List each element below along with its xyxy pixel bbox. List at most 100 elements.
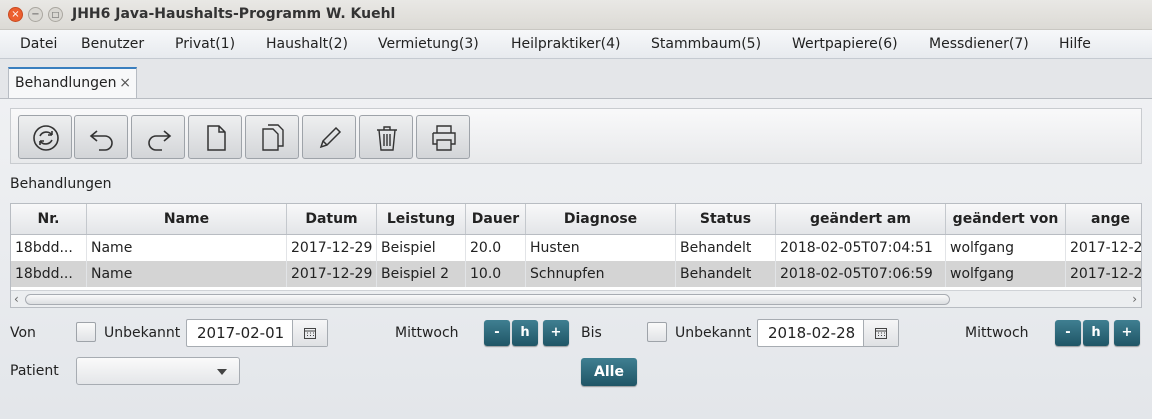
menu-heilpraktiker[interactable]: Heilpraktiker(4) (511, 36, 620, 52)
table-row-selected[interactable]: 18bdd... Name 2017-12-29 Beispiel 2 10.0… (11, 261, 1141, 287)
maximize-window-icon[interactable]: □ (48, 7, 63, 22)
bis-weekday: Mittwoch (965, 325, 1029, 341)
calendar-icon (875, 328, 887, 339)
column-header-angelegt[interactable]: ange (1066, 204, 1141, 234)
bis-plus-day-button[interactable]: + (1114, 320, 1140, 346)
new-document-icon (207, 125, 226, 151)
cell-leistung: Beispiel 2 (377, 261, 466, 287)
delete-trash-icon (377, 126, 397, 151)
column-header-datum[interactable]: Datum (287, 204, 377, 234)
menu-hilfe[interactable]: Hilfe (1059, 36, 1091, 52)
menu-stammbaum[interactable]: Stammbaum(5) (651, 36, 761, 52)
copy-button[interactable] (245, 115, 299, 159)
cell-dauer: 10.0 (466, 261, 526, 287)
patient-label: Patient (10, 363, 59, 379)
tab-behandlungen[interactable]: Behandlungen × (8, 67, 137, 98)
bis-label: Bis (581, 325, 602, 341)
cell-geaendert-am: 2018-02-05T07:04:51 (776, 235, 946, 261)
von-calendar-button[interactable] (292, 320, 327, 346)
new-button[interactable] (188, 115, 242, 159)
toolbar (10, 108, 1142, 164)
undo-button[interactable] (74, 115, 128, 159)
scroll-left-icon[interactable]: ‹ (14, 291, 19, 307)
column-header-nr[interactable]: Nr. (11, 204, 87, 234)
cell-angelegt: 2017-12-2 (1066, 235, 1141, 261)
calendar-icon (304, 328, 316, 339)
cell-name: Name (87, 261, 287, 287)
print-icon (432, 125, 456, 151)
bis-date-value[interactable]: 2018-02-28 (768, 324, 855, 342)
cell-geaendert-von: wolfgang (946, 261, 1066, 287)
bis-today-button[interactable]: h (1083, 320, 1109, 346)
menu-privat[interactable]: Privat(1) (175, 36, 235, 52)
alle-button[interactable]: Alle (581, 358, 637, 386)
section-label: Behandlungen (10, 176, 112, 192)
column-header-name[interactable]: Name (87, 204, 287, 234)
cell-dauer: 20.0 (466, 235, 526, 261)
redo-icon (148, 130, 172, 151)
von-date-picker[interactable]: 2017-02-01 (186, 319, 328, 347)
delete-button[interactable] (359, 115, 413, 159)
menu-wertpapiere[interactable]: Wertpapiere(6) (792, 36, 898, 52)
edit-button[interactable] (302, 115, 356, 159)
cell-datum: 2017-12-29 (287, 261, 377, 287)
menu-datei[interactable]: Datei (20, 36, 57, 52)
behandlungen-table: Nr. Name Datum Leistung Dauer Diagnose S… (10, 203, 1142, 308)
redo-button[interactable] (131, 115, 185, 159)
cell-geaendert-von: wolfgang (946, 235, 1066, 261)
column-header-geaendert-am[interactable]: geändert am (776, 204, 946, 234)
minimize-window-icon[interactable]: − (28, 7, 43, 22)
column-header-diagnose[interactable]: Diagnose (526, 204, 676, 234)
von-date-value[interactable]: 2017-02-01 (197, 324, 284, 342)
refresh-icon (33, 125, 59, 151)
tab-label: Behandlungen (15, 75, 117, 91)
scroll-right-icon[interactable]: › (1132, 291, 1137, 307)
von-plus-day-button[interactable]: + (543, 320, 569, 346)
column-header-status[interactable]: Status (676, 204, 776, 234)
refresh-button[interactable] (18, 115, 72, 159)
bis-minus-day-button[interactable]: - (1055, 320, 1081, 346)
cell-diagnose: Schnupfen (526, 261, 676, 287)
bis-date-picker[interactable]: 2018-02-28 (757, 319, 899, 347)
cell-status: Behandelt (676, 261, 776, 287)
column-header-dauer[interactable]: Dauer (466, 204, 526, 234)
print-button[interactable] (416, 115, 470, 159)
cell-leistung: Beispiel (377, 235, 466, 261)
von-minus-day-button[interactable]: - (484, 320, 510, 346)
cell-name: Name (87, 235, 287, 261)
menu-vermietung[interactable]: Vermietung(3) (378, 36, 479, 52)
von-weekday: Mittwoch (395, 325, 459, 341)
menu-haushalt[interactable]: Haushalt(2) (266, 36, 348, 52)
bis-calendar-button[interactable] (863, 320, 898, 346)
column-header-leistung[interactable]: Leistung (377, 204, 466, 234)
bis-unbekannt-label: Unbekannt (675, 325, 752, 341)
menu-benutzer[interactable]: Benutzer (81, 36, 144, 52)
window-title: JHH6 Java-Haushalts-Programm W. Kuehl (72, 6, 396, 22)
cell-datum: 2017-12-29 (287, 235, 377, 261)
von-today-button[interactable]: h (512, 320, 538, 346)
von-unbekannt-label: Unbekannt (104, 325, 181, 341)
cell-geaendert-am: 2018-02-05T07:06:59 (776, 261, 946, 287)
tab-strip: Behandlungen × (0, 59, 1152, 99)
table-row[interactable]: 18bdd... Name 2017-12-29 Beispiel 20.0 H… (11, 235, 1141, 261)
von-label: Von (10, 325, 36, 341)
bis-unbekannt-checkbox[interactable] (647, 322, 667, 342)
undo-icon (89, 130, 113, 151)
tab-close-icon[interactable]: × (119, 75, 131, 91)
cell-status: Behandelt (676, 235, 776, 261)
cell-angelegt: 2017-12-2 (1066, 261, 1141, 287)
cell-nr: 18bdd... (11, 261, 87, 287)
close-window-icon[interactable]: × (8, 7, 23, 22)
menubar: Datei Benutzer Privat(1) Haushalt(2) Ver… (0, 30, 1152, 59)
menu-messdiener[interactable]: Messdiener(7) (929, 36, 1029, 52)
copy-icon (262, 124, 284, 151)
window-titlebar: × − □ JHH6 Java-Haushalts-Programm W. Ku… (0, 0, 1152, 30)
horizontal-scrollbar[interactable]: ‹ › (11, 290, 1141, 307)
patient-select[interactable] (76, 357, 240, 385)
cell-diagnose: Husten (526, 235, 676, 261)
scrollbar-thumb[interactable] (25, 294, 950, 305)
von-unbekannt-checkbox[interactable] (76, 322, 96, 342)
edit-pencil-icon (319, 126, 342, 149)
column-header-geaendert-von[interactable]: geändert von (946, 204, 1066, 234)
table-header: Nr. Name Datum Leistung Dauer Diagnose S… (11, 204, 1141, 235)
